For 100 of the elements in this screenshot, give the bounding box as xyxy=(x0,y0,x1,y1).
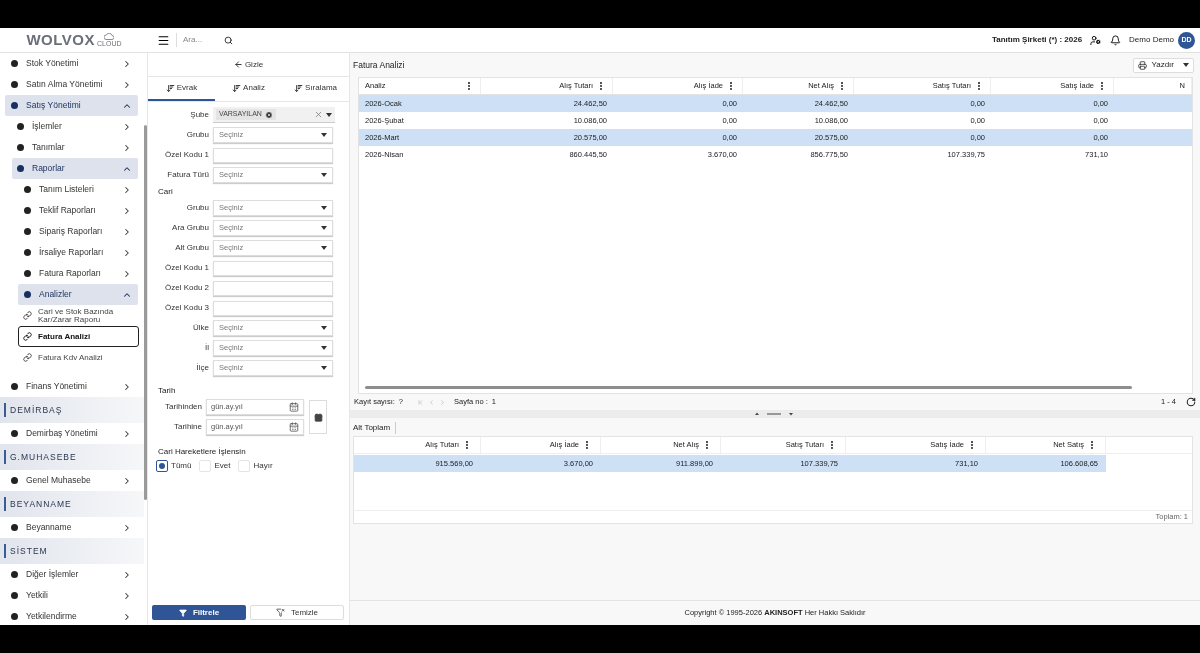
sidebar-item[interactable]: Stok Yönetimi xyxy=(5,53,138,74)
chevron-right-icon xyxy=(122,381,132,392)
chevron-right-icon xyxy=(122,184,132,195)
sidebar-item[interactable]: Raporlar xyxy=(12,158,138,179)
field-label: Özel Kodu 1 xyxy=(163,262,210,274)
chevron-right-icon xyxy=(122,226,132,237)
caret-icon xyxy=(321,226,327,230)
clear-button[interactable]: Temizle xyxy=(250,605,344,620)
field-label: İl xyxy=(204,342,210,354)
bullet-icon xyxy=(17,123,24,130)
chevron-right-icon xyxy=(122,428,132,439)
bullet-icon xyxy=(11,102,18,109)
section-header: SİSTEM xyxy=(0,538,144,564)
bullet-icon xyxy=(11,613,18,620)
input-field[interactable] xyxy=(213,147,333,163)
sidebar-item[interactable]: Satın Alma Yönetimi xyxy=(5,74,138,95)
filter-icon xyxy=(178,608,187,617)
search-icon[interactable] xyxy=(224,35,233,45)
sidebar-item[interactable]: Teklif Raporları xyxy=(18,200,138,221)
bullet-icon xyxy=(24,270,31,277)
horizontal-scrollbar[interactable] xyxy=(365,386,1132,389)
radio-label: Evet xyxy=(214,460,231,472)
radio-button[interactable] xyxy=(156,460,168,472)
remove-tag-icon[interactable] xyxy=(264,110,273,119)
date-range-button[interactable] xyxy=(309,400,327,434)
sidebar-item[interactable]: Tanım Listeleri xyxy=(18,179,138,200)
sidebar-item[interactable]: Finans Yönetimi xyxy=(5,376,138,397)
sidebar-item[interactable]: Yetkilendirme xyxy=(5,606,138,625)
radio-label: Tümü xyxy=(171,460,192,472)
chevron-right-icon xyxy=(122,58,132,69)
clear-icon[interactable] xyxy=(314,110,323,119)
sidebar-item[interactable]: Tanımlar xyxy=(12,137,138,158)
refresh-icon[interactable] xyxy=(1186,397,1196,407)
sidebar-item[interactable]: Analizler xyxy=(18,284,138,305)
caret-icon xyxy=(326,112,332,117)
link-icon xyxy=(23,332,32,341)
sidebar-item[interactable]: Sipariş Raporları xyxy=(18,221,138,242)
field-label: Özel Kodu 1 xyxy=(163,149,210,161)
sidebar-item[interactable]: Demirbaş Yönetimi xyxy=(5,423,138,444)
subtotal-tab[interactable]: Alt Toplam xyxy=(353,422,397,434)
field-label: Özel Kodu 3 xyxy=(163,302,210,314)
field-label: Şube xyxy=(189,109,210,121)
chevron-right-icon xyxy=(122,205,132,216)
sidebar-item[interactable]: Fatura Raporları xyxy=(18,263,138,284)
sidebar-link[interactable]: Fatura Kdv Analizi xyxy=(18,347,139,368)
caret-icon xyxy=(321,173,327,177)
input-field[interactable] xyxy=(213,280,333,296)
bullet-icon xyxy=(11,430,18,437)
user-icon[interactable] xyxy=(1090,34,1102,46)
sidebar-item[interactable]: Yetkili xyxy=(5,585,138,606)
sidebar-item[interactable]: İşlemler xyxy=(12,116,138,137)
filter-button[interactable]: Filtrele xyxy=(152,605,246,620)
sidebar-link[interactable]: Fatura Analizi xyxy=(18,326,139,347)
filter-tab[interactable]: Analiz xyxy=(215,77,282,101)
section-header: DEMİRBAŞ xyxy=(0,397,144,423)
notification-icon[interactable] xyxy=(1110,34,1122,46)
user-name: Demo Demo xyxy=(1129,34,1174,46)
scrollbar-thumb[interactable] xyxy=(144,125,147,500)
chevron-right-icon xyxy=(122,611,132,622)
section-header: BEYANNAME xyxy=(0,491,144,517)
caret-icon xyxy=(321,246,327,250)
menu-icon[interactable] xyxy=(157,33,170,47)
sidebar-link[interactable]: Cari ve Stok Bazında Kar/Zarar Raporu xyxy=(18,305,139,326)
section-title: Cari Hareketlere İşlensin xyxy=(158,446,247,458)
sidebar-item[interactable]: Diğer İşlemler xyxy=(5,564,138,585)
bullet-icon xyxy=(11,571,18,578)
calendar-icon[interactable] xyxy=(289,402,299,412)
search-field[interactable]: Ara... xyxy=(183,34,233,46)
bullet-icon xyxy=(11,592,18,599)
bullet-icon xyxy=(24,207,31,214)
sidebar-item[interactable]: Genel Muhasebe xyxy=(5,470,138,491)
caret-icon xyxy=(321,366,327,370)
logo: WOLVOX xyxy=(26,29,95,50)
sidebar-item[interactable]: İrsaliye Raporları xyxy=(18,242,138,263)
section-title: Cari xyxy=(158,186,174,198)
bullet-icon xyxy=(11,81,18,88)
bullet-icon xyxy=(17,165,24,172)
hide-panel-button[interactable]: Gizle xyxy=(148,53,349,76)
sidebar-item[interactable]: Satış Yönetimi xyxy=(5,95,138,116)
sort-icon xyxy=(165,83,175,93)
chevron-right-icon xyxy=(122,475,132,486)
caret-icon xyxy=(321,346,327,350)
input-field[interactable] xyxy=(213,260,333,276)
link-icon xyxy=(23,311,32,320)
sidebar-item[interactable]: Beyanname xyxy=(5,517,138,538)
filter-tab[interactable]: Evrak xyxy=(148,77,215,101)
print-button[interactable]: Yazdır xyxy=(1133,57,1194,73)
field-label: Tarihine xyxy=(173,421,203,433)
bullet-icon xyxy=(24,186,31,193)
chevron-right-icon xyxy=(122,590,132,601)
bullet-icon xyxy=(11,477,18,484)
calendar-icon[interactable] xyxy=(289,422,299,432)
arrow-left-icon xyxy=(233,60,243,69)
cloud-icon xyxy=(104,33,115,40)
bullet-icon xyxy=(11,383,18,390)
chevron-right-icon xyxy=(122,79,132,90)
field-label: İlçe xyxy=(195,362,210,374)
radio-label: Hayır xyxy=(253,460,273,472)
input-field[interactable] xyxy=(213,300,333,316)
filter-tab[interactable]: Sıralama xyxy=(282,77,349,101)
